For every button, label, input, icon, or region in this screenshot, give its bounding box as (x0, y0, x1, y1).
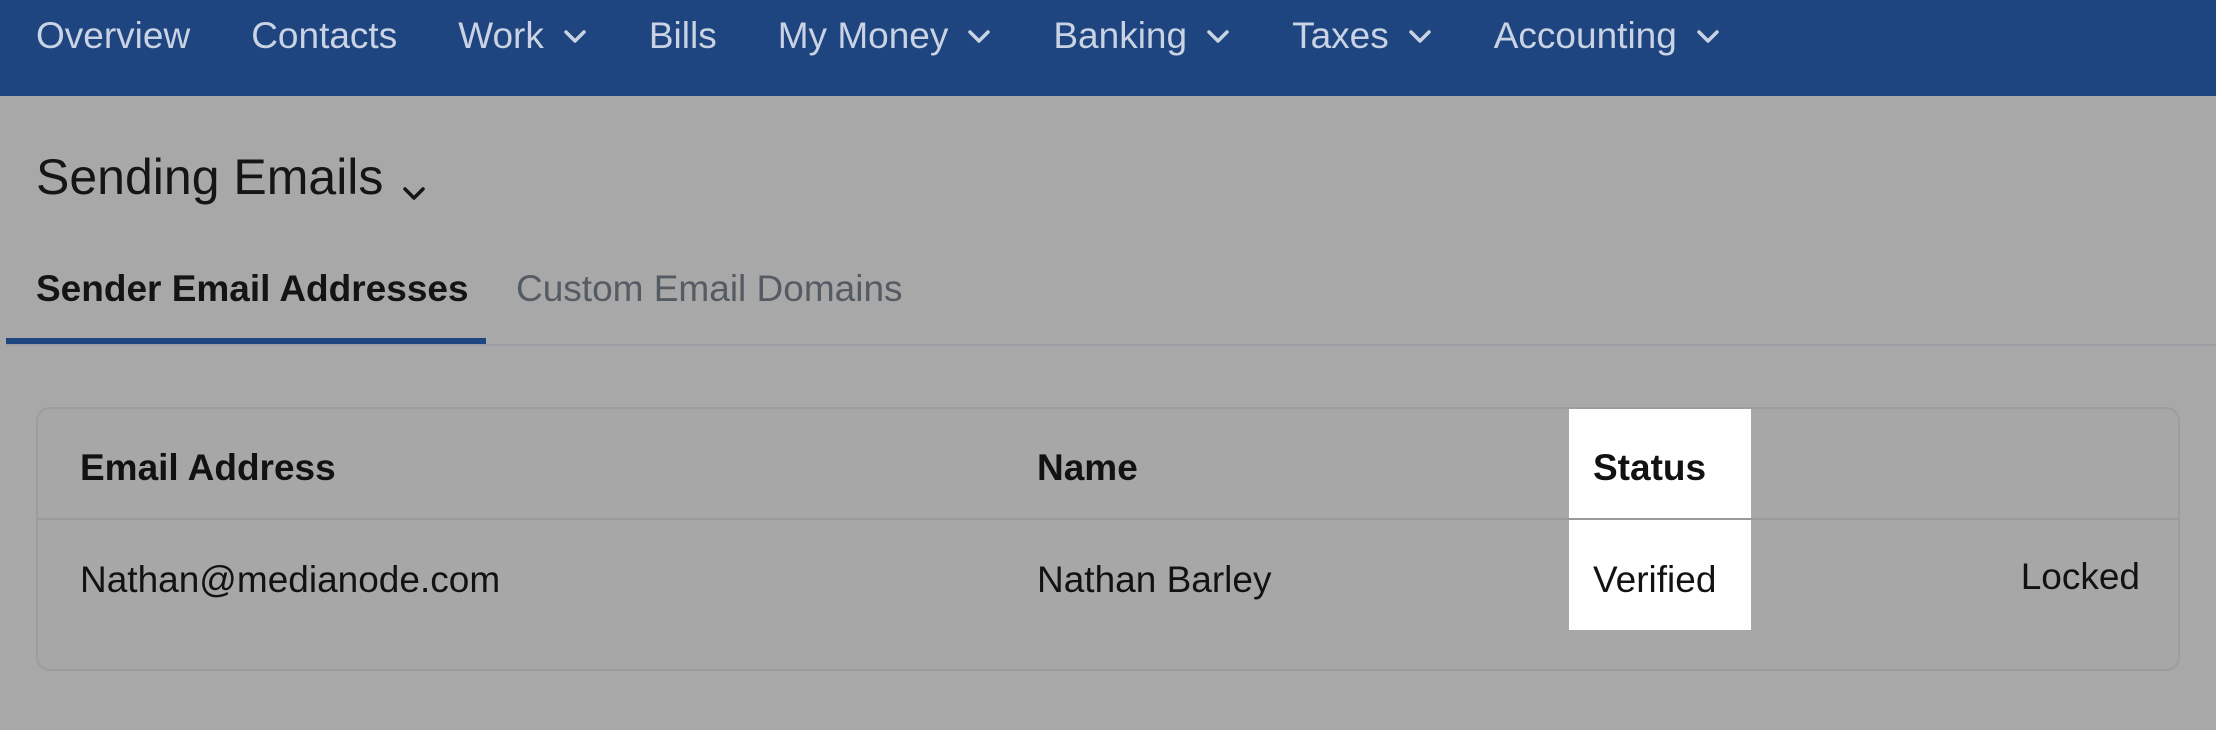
nav-item-overview[interactable]: Overview (36, 0, 190, 72)
nav-item-label: Overview (36, 15, 191, 56)
sender-email-table: Email Address Name Status Nathan@mediano… (36, 407, 2180, 671)
locked-label: Locked (2020, 556, 2140, 597)
nav-item-work[interactable]: Work (458, 0, 588, 72)
page-title: Sending Emails (36, 149, 384, 205)
column-header-email: Email Address (80, 447, 336, 488)
nav-item-label: Banking (1053, 15, 1188, 56)
column-header-name: Name (1037, 447, 1138, 488)
cell-status: Verified (1593, 559, 1717, 600)
nav-item-banking[interactable]: Banking (1053, 0, 1231, 72)
chevron-down-icon (399, 162, 429, 200)
nav-item-label: Bills (648, 15, 717, 56)
nav-item-my-money[interactable]: My Money (778, 0, 993, 72)
chevron-down-icon (1205, 23, 1231, 49)
nav-item-label: Contacts (251, 15, 398, 56)
nav-item-contacts[interactable]: Contacts (251, 0, 397, 72)
nav-item-label: Taxes (1292, 15, 1389, 56)
cell-name: Nathan Barley (1037, 559, 1272, 600)
cell-email: Nathan@medianode.com (80, 559, 501, 600)
chevron-down-icon (562, 23, 588, 49)
nav-item-accounting[interactable]: Accounting (1494, 0, 1721, 72)
column-header-status: Status (1593, 447, 1707, 488)
active-tab-indicator (6, 338, 486, 344)
nav-item-label: Work (458, 15, 544, 56)
page-title-dropdown[interactable]: Sending Emails (36, 148, 429, 206)
nav-item-label: My Money (777, 15, 949, 56)
tab-bar: Sender Email Addresses Custom Email Doma… (6, 262, 2216, 346)
top-navigation-bar: Overview Contacts Work Bills My Money Ba… (0, 0, 2216, 96)
tab-custom-email-domains[interactable]: Custom Email Domains (516, 268, 903, 310)
nav-item-bills[interactable]: Bills (649, 0, 717, 72)
chevron-down-icon (1407, 23, 1433, 49)
tab-sender-email-addresses[interactable]: Sender Email Addresses (36, 268, 469, 310)
nav-item-label: Accounting (1493, 15, 1677, 56)
chevron-down-icon (1695, 23, 1721, 49)
nav-item-taxes[interactable]: Taxes (1292, 0, 1433, 72)
chevron-down-icon (966, 23, 992, 49)
